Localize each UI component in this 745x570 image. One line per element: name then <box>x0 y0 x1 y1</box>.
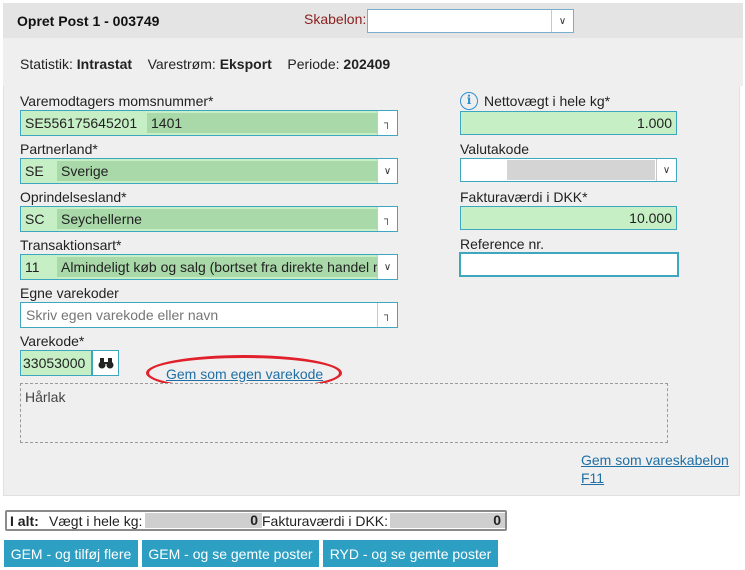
partner-code: SE <box>21 159 57 183</box>
transaction-name: Almindeligt køb og salg (bortset fra dir… <box>57 257 377 277</box>
varestrom-value: Eksport <box>219 56 272 72</box>
invoice-label: Fakturaværdi i DKK* <box>460 189 588 205</box>
save-template-link[interactable]: Gem som vareskabelon <box>581 452 729 468</box>
save-add-more-button[interactable]: GEM - og tilføj flere <box>4 540 138 567</box>
statistik-label: Statistik: <box>20 56 73 72</box>
commodity-value: 33053000 <box>21 351 86 375</box>
origin-code: SC <box>21 207 57 231</box>
vat-code: SE556175645201 <box>21 111 147 135</box>
chevron-down-icon[interactable]: ∨ <box>551 10 573 32</box>
partner-name: Sverige <box>57 161 377 181</box>
varestrom-label: Varestrøm: <box>147 56 216 72</box>
reference-input[interactable] <box>459 252 679 277</box>
description-box: Hårlak <box>20 383 668 443</box>
net-weight-input[interactable]: 1.000 <box>460 111 677 135</box>
transaction-label: Transaktionsart* <box>20 237 122 253</box>
binoculars-icon[interactable] <box>92 350 119 376</box>
origin-label: Oprindelsesland* <box>20 189 127 205</box>
commodity-input[interactable]: 33053000 <box>20 350 92 376</box>
partner-select[interactable]: SE Sverige ∨ <box>20 158 398 184</box>
partner-label: Partnerland* <box>20 141 98 157</box>
totals-invoice-label: Fakturaværdi i DKK: <box>262 513 389 529</box>
clear-view-button[interactable]: RYD - og se gemte poster <box>323 540 498 567</box>
vat-name: 1401 <box>147 113 377 133</box>
currency-select[interactable]: ∨ <box>460 158 677 182</box>
origin-field[interactable]: SC Seychellerne ┐ <box>20 206 398 232</box>
net-weight-label: Nettovægt i hele kg* <box>484 93 611 109</box>
chevron-down-icon[interactable]: ∨ <box>377 159 397 183</box>
vat-field[interactable]: SE556175645201 1401 ┐ <box>20 110 398 136</box>
reference-label: Reference nr. <box>460 236 545 252</box>
lookup-icon[interactable]: ┐ <box>377 111 397 135</box>
totals-weight-label: Vægt i hele kg: <box>49 513 143 529</box>
stats-row: Statistik: Intrastat Varestrøm: Eksport … <box>20 56 390 72</box>
totals-label: I alt: <box>10 513 39 529</box>
own-code-label: Egne varekoder <box>20 285 119 301</box>
own-code-field[interactable]: ┐ <box>20 302 398 328</box>
totals-weight-value: 0 <box>145 513 262 528</box>
commodity-label: Varekode* <box>20 333 85 349</box>
chevron-down-icon[interactable]: ∨ <box>656 159 676 181</box>
page-title: Opret Post 1 - 003749 <box>17 13 160 29</box>
origin-name: Seychellerne <box>57 209 377 229</box>
periode-value: 202409 <box>343 56 391 72</box>
statistik-value: Intrastat <box>76 56 133 72</box>
transaction-select[interactable]: 11 Almindeligt køb og salg (bortset fra … <box>20 254 398 280</box>
save-view-button[interactable]: GEM - og se gemte poster <box>142 540 319 567</box>
transaction-code: 11 <box>21 255 57 279</box>
description-text: Hårlak <box>25 389 66 405</box>
chevron-down-icon[interactable]: ∨ <box>377 255 397 279</box>
template-select[interactable]: ∨ <box>367 9 574 33</box>
lookup-icon[interactable]: ┐ <box>377 303 397 327</box>
save-template-shortcut[interactable]: F11 <box>581 470 604 486</box>
periode-label: Periode: <box>287 56 340 72</box>
vat-label: Varemodtagers momsnummer* <box>20 93 214 109</box>
own-code-input[interactable] <box>24 304 374 326</box>
totals-bar: I alt: Vægt i hele kg: 0 Fakturaværdi i … <box>5 510 507 531</box>
totals-invoice-value: 0 <box>390 513 505 528</box>
invoice-input[interactable]: 10.000 <box>460 206 677 230</box>
currency-value <box>507 160 655 180</box>
lookup-icon[interactable]: ┐ <box>377 207 397 231</box>
info-icon[interactable]: i <box>460 92 478 110</box>
currency-label: Valutakode <box>460 141 530 157</box>
template-label: Skabelon: <box>304 11 367 27</box>
